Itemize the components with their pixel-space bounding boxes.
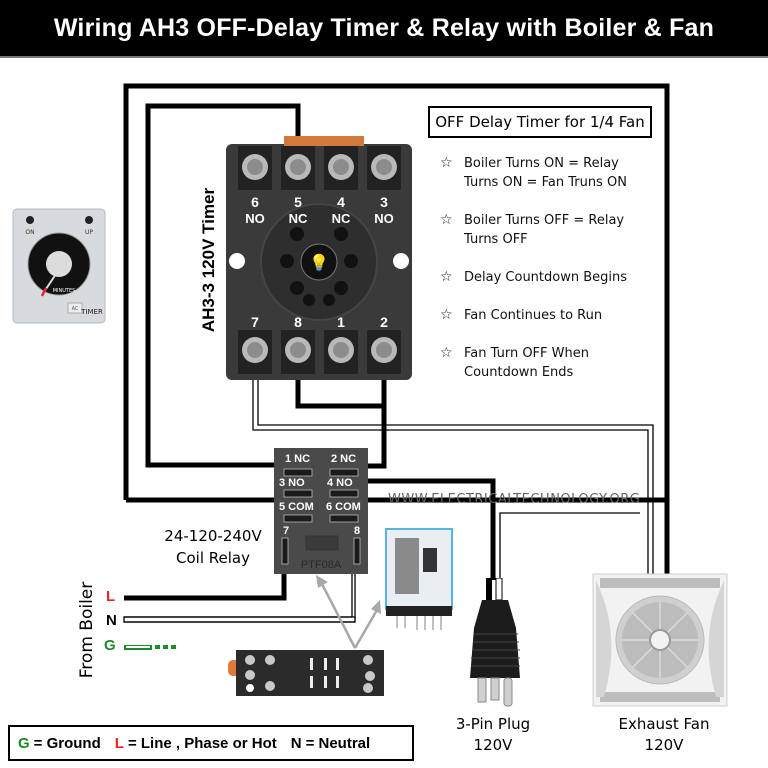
- neutral-letter: N: [106, 612, 117, 629]
- star-icon: ☆: [440, 269, 453, 285]
- star-icon: ☆: [440, 212, 453, 228]
- legend-neutral-text: = Neutral: [305, 734, 371, 752]
- ground-letter: G: [104, 637, 116, 654]
- source-label-wrap: From Boiler: [74, 580, 100, 680]
- terminal-8-number: 8: [294, 314, 302, 330]
- terminal-7-number: 7: [251, 314, 259, 330]
- three-pin-plug: [470, 578, 520, 707]
- timer-label: AH3-3 120V Timer: [199, 187, 218, 333]
- heading-box: OFF Delay Timer for 1/4 Fan: [428, 106, 652, 138]
- watermark: WWW.ELECTRICALTECHNOLOGY.ORG: [388, 492, 641, 507]
- star-icon: ☆: [440, 155, 453, 171]
- legend-ground-text: = Ground: [33, 734, 101, 752]
- star-icon: ☆: [440, 345, 453, 361]
- from-boiler-label: From Boiler: [77, 581, 97, 679]
- relay-terminal-1nc: 1 NC: [285, 453, 310, 465]
- pointer-arrows: [320, 583, 379, 649]
- step-item: ☆ Fan Continues to Run: [440, 307, 603, 323]
- on-label: ON: [25, 229, 34, 236]
- exhaust-fan: [592, 573, 728, 707]
- step-item: ☆ Delay Countdown Begins: [440, 269, 628, 285]
- terminal-4-number: 4: [337, 194, 345, 210]
- relay-terminal-7: 7: [283, 525, 289, 537]
- relay-terminal-2nc: 2 NC: [331, 453, 356, 465]
- up-label: UP: [85, 229, 93, 236]
- up-led-icon: [85, 216, 93, 224]
- terminal-3-number: 3: [380, 194, 388, 210]
- dial-label: MINUTES: [53, 288, 76, 294]
- steps-list: ☆ Boiler Turns ON = Relay Turns ON = Fan …: [440, 154, 640, 401]
- plug-neutral-wire: [499, 512, 640, 580]
- terminal-3-type: NO: [374, 211, 394, 226]
- terminal-6-number: 6: [251, 194, 259, 210]
- terminal-6-type: NO: [245, 211, 265, 226]
- timer-label-wrap: AH3-3 120V Timer: [194, 175, 224, 345]
- legend-box: G = Ground L = Line , Phase or Hot N = N…: [8, 725, 414, 761]
- step-item: ☆ Boiler Turns OFF = Relay Turns OFF: [440, 212, 625, 247]
- timer-device: ON UP MINUTES AC TIMER: [12, 208, 106, 324]
- relay-terminal-3no: 3 NO: [279, 477, 305, 489]
- fan-caption: Exhaust Fan 120V: [618, 715, 710, 754]
- lightbulb-icon: 💡: [309, 253, 329, 272]
- relay-terminal-5com: 5 COM: [279, 501, 314, 513]
- on-led-icon: [26, 216, 34, 224]
- timer-socket: 💡 6 NO 5 NC 4 NC 3 NO 7 8 1 2: [226, 136, 412, 380]
- terminal-5-type: NC: [289, 211, 308, 226]
- legend-line-text: = Line , Phase or Hot: [127, 734, 277, 752]
- step-item: ☆ Fan Turn OFF When Countdown Ends: [440, 345, 589, 380]
- terminal-5-number: 5: [294, 194, 302, 210]
- star-icon: ☆: [440, 307, 453, 323]
- step-item: ☆ Boiler Turns ON = Relay Turns ON = Fan …: [440, 155, 627, 190]
- boiler-line-wire: [124, 573, 287, 601]
- relay-terminal-8: 8: [354, 525, 360, 537]
- terminal-1-number: 1: [337, 314, 345, 330]
- terminal-2-number: 2: [380, 314, 388, 330]
- relay-picture: [385, 528, 453, 630]
- line-letter: L: [106, 588, 116, 605]
- terminal-4-type: NC: [332, 211, 351, 226]
- relay-model: PTF08A: [301, 559, 342, 571]
- relay-socket: 1 NC 2 NC 3 NO 4 NO 5 COM 6 COM 7 8 PTF0…: [274, 448, 368, 574]
- legend-neutral-letter: N: [290, 734, 302, 752]
- legend-line-letter: L: [114, 734, 124, 752]
- boiler-ground-wire: [124, 645, 176, 650]
- relay-terminal-4no: 4 NO: [327, 477, 353, 489]
- legend-ground-letter: G: [18, 734, 30, 752]
- coil-relay-label: 24-120-240V Coil Relay: [164, 527, 262, 567]
- din-relay-base-picture: [228, 650, 384, 696]
- plug-caption: 3-Pin Plug 120V: [455, 715, 531, 754]
- relay-terminal-6com: 6 COM: [326, 501, 361, 513]
- ac-badge: AC: [72, 306, 79, 312]
- timer-name-label: TIMER: [80, 308, 103, 316]
